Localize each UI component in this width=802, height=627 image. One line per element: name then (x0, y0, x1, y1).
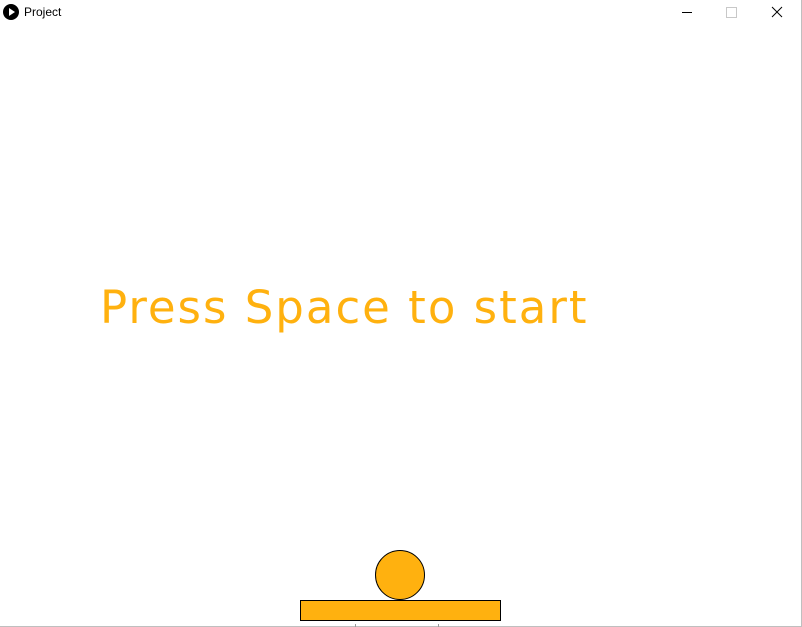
close-button[interactable] (754, 0, 799, 25)
game-canvas[interactable]: Press Space to start (0, 25, 801, 626)
start-message: Press Space to start (100, 281, 589, 334)
paddle (300, 600, 501, 621)
game-window: Project Press Space to start (0, 0, 802, 627)
title-bar[interactable]: Project (0, 0, 801, 25)
close-icon (771, 6, 783, 18)
ball (375, 550, 425, 600)
minimize-button[interactable] (664, 0, 709, 25)
window-title: Project (24, 5, 62, 19)
maximize-icon (726, 7, 737, 18)
maximize-button[interactable] (709, 0, 754, 25)
play-icon (3, 4, 19, 20)
minimize-icon (682, 12, 692, 13)
